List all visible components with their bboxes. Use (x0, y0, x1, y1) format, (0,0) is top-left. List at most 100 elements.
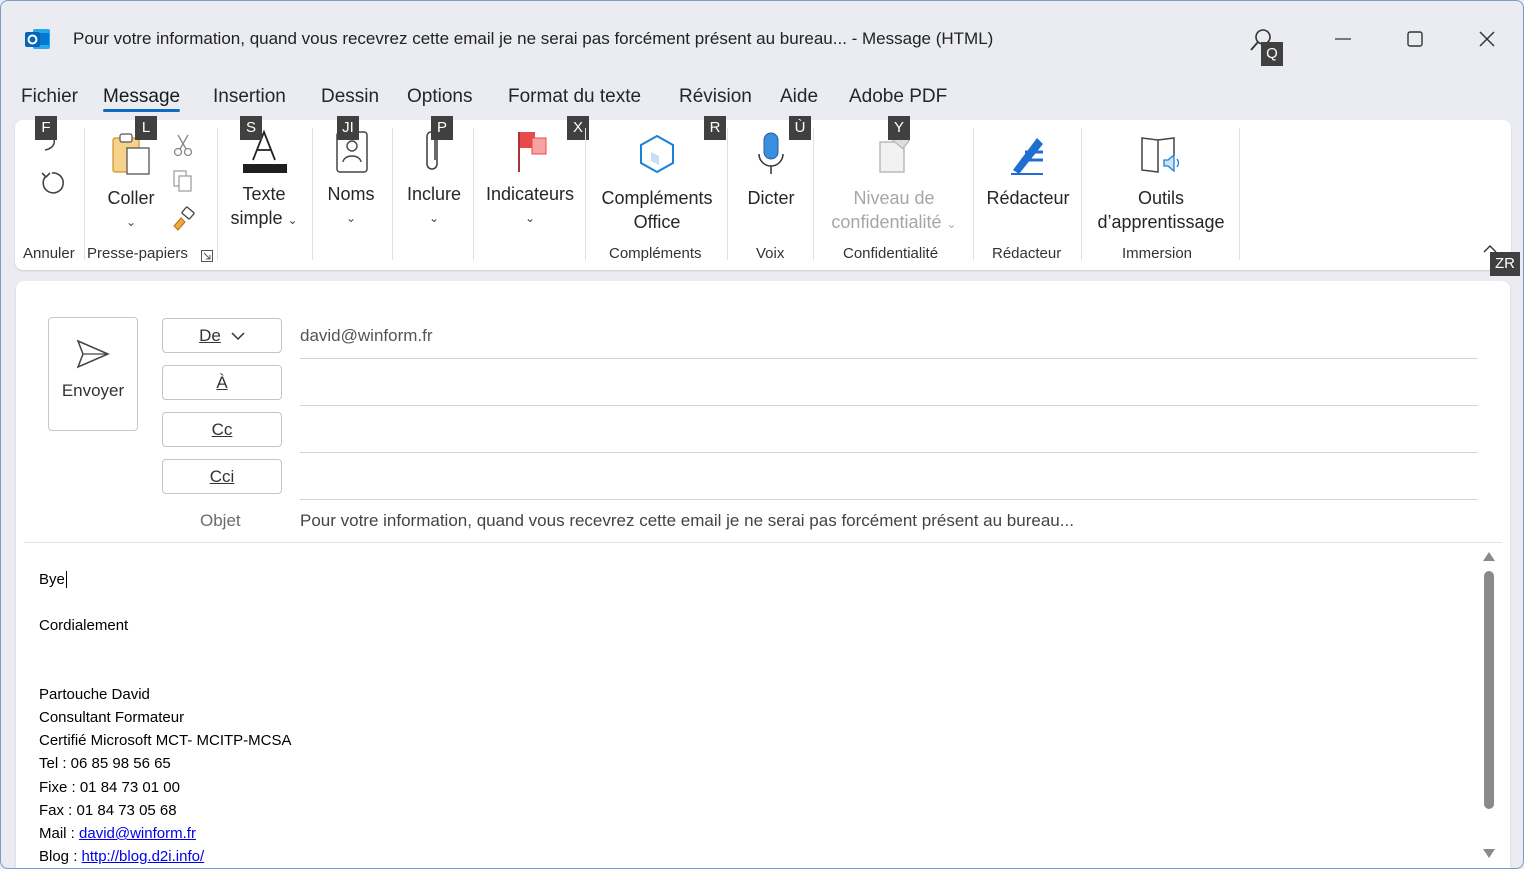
tab-message[interactable]: Message (103, 86, 181, 112)
title-bar: Pour votre information, quand vous recev… (1, 1, 1523, 77)
tab-options[interactable]: Options (407, 86, 472, 108)
flags-label: Indicateurs (485, 184, 575, 204)
keytip-search: Q (1261, 42, 1283, 66)
keytip-fichier: F (35, 116, 57, 140)
scroll-down-icon[interactable] (1483, 849, 1495, 859)
maximize-button[interactable] (1390, 21, 1440, 57)
scroll-thumb[interactable] (1484, 571, 1494, 809)
compose-pane: Envoyer De david@winform.fr À Cc Cci Obj… (16, 281, 1510, 868)
separator (84, 128, 85, 260)
send-button[interactable]: Envoyer (48, 317, 138, 431)
paste-button[interactable]: Coller ⌄ (103, 130, 159, 230)
outlook-message-window: Pour votre information, quand vous recev… (0, 0, 1524, 869)
scroll-up-icon[interactable] (1483, 551, 1495, 561)
chevron-down-icon: ⌄ (345, 211, 357, 225)
keytip-dessin: JI (337, 116, 359, 140)
separator (312, 128, 313, 260)
signature-blog-link[interactable]: http://blog.d2i.info/ (82, 848, 205, 865)
subject-label: Objet (200, 511, 241, 530)
include-label: Inclure (406, 184, 462, 204)
learning-icon (1141, 137, 1180, 173)
keytip-insertion: S (240, 116, 262, 140)
keytip-revision: R (704, 116, 726, 140)
group-label-immersion: Immersion (1122, 245, 1193, 262)
group-label-presse-papiers: Presse-papiers (87, 245, 188, 262)
body-closing: Cordialement (39, 617, 129, 634)
group-label-complements: Compléments (609, 245, 702, 262)
group-label-confidentialite: Confidentialité (843, 245, 939, 262)
learning-label-1: Outils (1137, 188, 1184, 208)
format-painter-button[interactable] (171, 206, 197, 232)
include-button[interactable]: Inclure ⌄ (403, 128, 465, 238)
separator (585, 128, 586, 260)
close-button[interactable] (1462, 21, 1512, 57)
dictate-label: Dicter (747, 188, 795, 208)
copy-button[interactable] (171, 168, 195, 194)
ribbon: Annuler F Coller ⌄ L Presse-papiers Text… (15, 116, 1511, 270)
from-label: De (199, 325, 221, 345)
keytip-message: L (135, 116, 157, 140)
field-divider (300, 452, 1478, 453)
learning-tools-button[interactable]: Outils d’apprentissage (1091, 130, 1231, 236)
cc-button[interactable]: Cc (162, 412, 282, 447)
keytip-adobe: Y (888, 116, 910, 140)
minimize-button[interactable] (1318, 21, 1368, 57)
paste-label: Coller (107, 188, 155, 208)
text-style-button[interactable]: Texte simple ⌄ (223, 128, 305, 238)
office-addins-button[interactable]: Compléments Office (595, 130, 719, 236)
bcc-label: Cci (209, 466, 235, 486)
to-field[interactable] (300, 367, 1478, 401)
field-divider (300, 405, 1478, 406)
subject-field[interactable]: Pour votre information, quand vous recev… (300, 511, 1074, 531)
cut-button[interactable] (171, 132, 195, 158)
cc-field[interactable] (300, 414, 1478, 448)
addins-label-2: Office (633, 212, 681, 232)
addins-label-1: Compléments (601, 188, 713, 208)
tab-revision[interactable]: Révision (679, 86, 752, 108)
field-divider (300, 499, 1478, 500)
separator (1239, 128, 1240, 260)
bcc-button[interactable]: Cci (162, 459, 282, 494)
from-button[interactable]: De (162, 318, 282, 353)
tab-insertion[interactable]: Insertion (213, 86, 286, 108)
editor-button[interactable]: Rédacteur (983, 130, 1073, 220)
to-button[interactable]: À (162, 365, 282, 400)
window-title: Pour votre information, quand vous recev… (73, 29, 994, 48)
signature-title: Consultant Formateur (39, 709, 185, 726)
names-button[interactable]: Noms ⌄ (321, 128, 381, 238)
editor-label: Rédacteur (986, 188, 1070, 208)
signature-mail-link[interactable]: david@winform.fr (79, 825, 196, 842)
tab-aide[interactable]: Aide (780, 86, 818, 108)
group-label-redacteur: Rédacteur (992, 245, 1062, 262)
minimize-icon (1335, 38, 1351, 40)
text-style-label-1: Texte (242, 184, 286, 204)
format-painter-icon (173, 206, 195, 231)
signature-blog-label: Blog : (39, 848, 82, 865)
separator (217, 128, 218, 260)
text-style-label-2: simple (230, 208, 283, 228)
keytip-collapse: ZR (1490, 252, 1520, 276)
tab-adobe-pdf[interactable]: Adobe PDF (849, 86, 947, 108)
group-label-annuler: Annuler (23, 245, 75, 262)
tab-fichier[interactable]: Fichier (21, 86, 78, 108)
dialog-launcher-icon[interactable] (201, 250, 213, 262)
bcc-field[interactable] (300, 461, 1478, 495)
tab-dessin[interactable]: Dessin (321, 86, 379, 108)
chevron-down-icon: ⌄ (125, 215, 137, 229)
tab-format-du-texte[interactable]: Format du texte (508, 86, 641, 108)
signature-certification: Certifié Microsoft MCT- MCITP-MCSA (39, 732, 292, 749)
body-scrollbar[interactable] (1478, 549, 1500, 868)
learning-label-2: d’apprentissage (1097, 212, 1225, 232)
signature-mail-label: Mail : (39, 825, 80, 842)
keytip-aide: Ù (789, 116, 811, 140)
sensitivity-button[interactable]: Niveau de confidentialité ⌄ (823, 128, 965, 240)
chevron-down-icon: ⌄ (428, 211, 440, 225)
flags-button[interactable]: Indicateurs ⌄ (483, 128, 577, 238)
sensitivity-label-2: confidentialité (831, 212, 942, 232)
dictate-button[interactable]: Dicter (739, 130, 803, 220)
signature-fax: Fax : 01 84 73 05 68 (39, 802, 177, 819)
copy-icon (173, 170, 192, 192)
undo-button[interactable] (37, 166, 67, 198)
field-divider (300, 358, 1478, 359)
to-label: À (216, 372, 228, 392)
